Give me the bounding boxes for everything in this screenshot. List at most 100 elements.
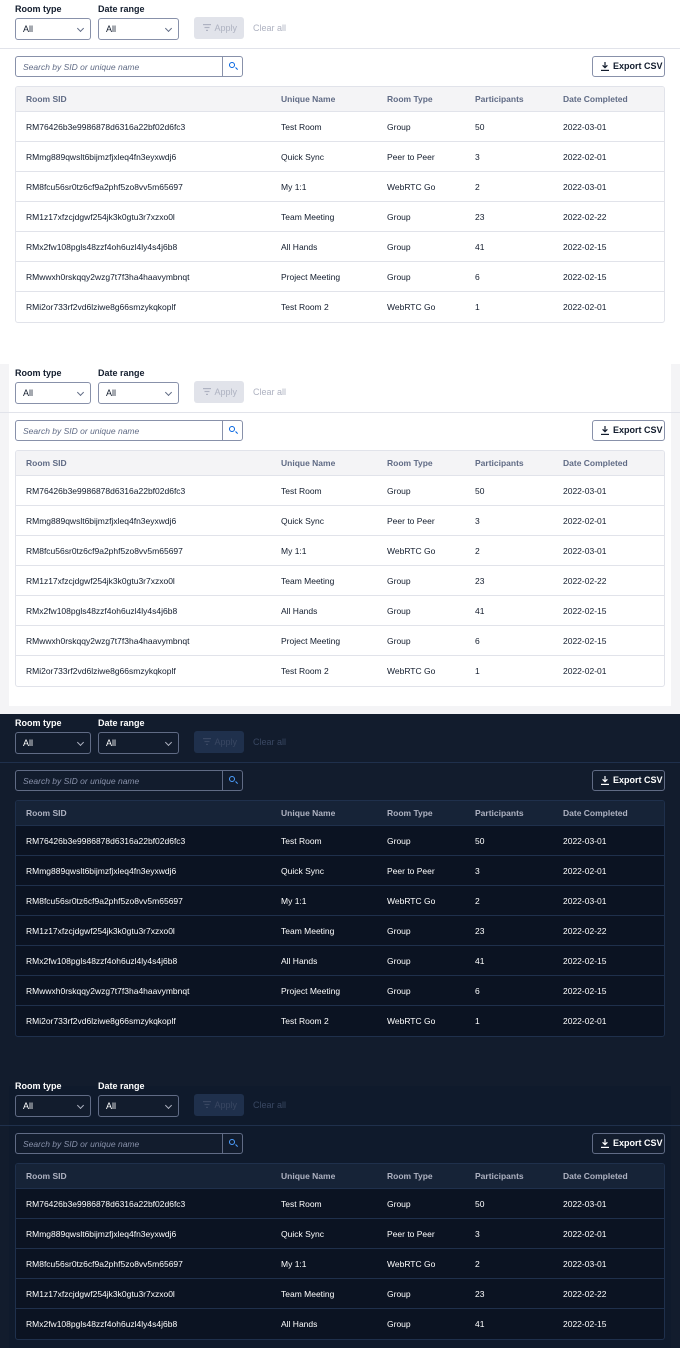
apply-button[interactable]: Apply [194,1094,244,1116]
table-row[interactable]: RM1z17xfzcjdgwf254jk3k0gtu3r7xzxo0l Team … [16,202,664,232]
search-icon [229,1139,235,1145]
table-cell: RMx2fw108pgls48zzf4oh6uzl4ly4s4j6b8 [26,606,178,616]
search-field [15,56,243,77]
table-row[interactable]: RMx2fw108pgls48zzf4oh6uzl4ly4s4j6b8 All H… [16,1309,664,1339]
column-header: Participants [475,458,524,468]
table-cell: 2022-02-15 [563,606,607,616]
table-row[interactable]: RMi2or733rf2vd6lziwe8g66smzykqkoplf Test … [16,656,664,686]
search-button[interactable] [222,57,242,76]
table-cell: RM76426b3e9986878d6316a22bf02d6fc3 [26,836,186,846]
apply-button[interactable]: Apply [194,731,244,753]
chevron-down-icon [76,388,85,397]
rooms-panel-4: Room type All Date range All Apply Clear… [0,1074,680,1348]
apply-button[interactable]: Apply [194,381,244,403]
table-body: RM76426b3e9986878d6316a22bf02d6fc3 Test R… [16,476,664,686]
table-cell: 1 [475,302,480,312]
table-cell: 2022-02-22 [563,576,607,586]
table-row[interactable]: RMx2fw108pgls48zzf4oh6uzl4ly4s4j6b8 All H… [16,232,664,262]
table-row[interactable]: RMmg889qwslt6bijmzfjxleq4fn3eyxwdj6 Quick… [16,1219,664,1249]
table-cell: 23 [475,576,485,586]
table-row[interactable]: RM1z17xfzcjdgwf254jk3k0gtu3r7xzxo0l Team … [16,1279,664,1309]
room-type-select[interactable]: All [15,732,91,754]
table-cell: 2022-03-01 [563,1259,607,1269]
search-button[interactable] [222,771,242,790]
table-row[interactable]: RM8fcu56sr0tz6cf9a2phf5zo8vv5m65697 My 1:… [16,886,664,916]
date-range-filter: Date range All [98,368,179,404]
table-row[interactable]: RMwwxh0rskqqy2wzg7t7f3ha4haavymbnqt Proje… [16,626,664,656]
clear-all-button[interactable]: Clear all [253,17,286,39]
table-cell: Project Meeting [281,986,341,996]
table-cell: RMi2or733rf2vd6lziwe8g66smzykqkoplf [26,1016,176,1026]
rooms-table: Room SID Unique Name Room Type Participants… [15,86,665,323]
table-row[interactable]: RM76426b3e9986878d6316a22bf02d6fc3 Test R… [16,1189,664,1219]
table-row[interactable]: RMx2fw108pgls48zzf4oh6uzl4ly4s4j6b8 All H… [16,946,664,976]
divider [0,48,680,49]
table-row[interactable]: RMmg889qwslt6bijmzfjxleq4fn3eyxwdj6 Quick… [16,506,664,536]
column-header: Room Type [387,1171,433,1181]
table-cell: Group [387,836,411,846]
export-csv-button[interactable]: Export CSV [592,1133,665,1154]
date-range-filter: Date range All [98,4,179,40]
table-cell: 2022-02-22 [563,926,607,936]
table-row[interactable]: RMx2fw108pgls48zzf4oh6uzl4ly4s4j6b8 All H… [16,596,664,626]
room-type-filter: Room type All [15,718,91,754]
room-type-select[interactable]: All [15,18,91,40]
table-cell: Group [387,1199,411,1209]
table-row[interactable]: RM76426b3e9986878d6316a22bf02d6fc3 Test R… [16,826,664,856]
table-cell: Team Meeting [281,926,335,936]
clear-all-button[interactable]: Clear all [253,381,286,403]
table-row[interactable]: RMwwxh0rskqqy2wzg7t7f3ha4haavymbnqt Proje… [16,976,664,1006]
search-icon [229,776,235,782]
search-button[interactable] [222,421,242,440]
table-cell: RMwwxh0rskqqy2wzg7t7f3ha4haavymbnqt [26,986,190,996]
table-row[interactable]: RM1z17xfzcjdgwf254jk3k0gtu3r7xzxo0l Team … [16,566,664,596]
room-type-filter: Room type All [15,4,91,40]
export-csv-button[interactable]: Export CSV [592,770,665,791]
clear-all-button[interactable]: Clear all [253,731,286,753]
chevron-down-icon [76,24,85,33]
date-range-select[interactable]: All [98,1095,179,1117]
table-cell: RM8fcu56sr0tz6cf9a2phf5zo8vv5m65697 [26,896,183,906]
column-header: Participants [475,808,524,818]
table-row[interactable]: RMwwxh0rskqqy2wzg7t7f3ha4haavymbnqt Proje… [16,262,664,292]
table-row[interactable]: RMmg889qwslt6bijmzfjxleq4fn3eyxwdj6 Quick… [16,856,664,886]
export-csv-button[interactable]: Export CSV [592,56,665,77]
export-csv-button[interactable]: Export CSV [592,420,665,441]
table-row[interactable]: RMi2or733rf2vd6lziwe8g66smzykqkoplf Test … [16,1006,664,1036]
table-cell: 2 [475,1259,480,1269]
search-input[interactable] [16,1134,222,1153]
table-row[interactable]: RM76426b3e9986878d6316a22bf02d6fc3 Test R… [16,476,664,506]
room-type-select[interactable]: All [15,1095,91,1117]
table-row[interactable]: RM8fcu56sr0tz6cf9a2phf5zo8vv5m65697 My 1:… [16,172,664,202]
table-row[interactable]: RMmg889qwslt6bijmzfjxleq4fn3eyxwdj6 Quick… [16,142,664,172]
table-row[interactable]: RM8fcu56sr0tz6cf9a2phf5zo8vv5m65697 My 1:… [16,536,664,566]
table-cell: RM1z17xfzcjdgwf254jk3k0gtu3r7xzxo0l [26,212,175,222]
apply-button[interactable]: Apply [194,17,244,39]
clear-all-button[interactable]: Clear all [253,1094,286,1116]
table-cell: Project Meeting [281,272,341,282]
table-row[interactable]: RM1z17xfzcjdgwf254jk3k0gtu3r7xzxo0l Team … [16,916,664,946]
column-header: Unique Name [281,94,336,104]
table-cell: 2022-03-01 [563,1199,607,1209]
divider [0,1125,680,1126]
date-range-select[interactable]: All [98,732,179,754]
table-cell: All Hands [281,956,318,966]
date-range-select[interactable]: All [98,382,179,404]
date-range-select[interactable]: All [98,18,179,40]
room-type-filter: Room type All [15,1081,91,1117]
download-icon [601,426,609,435]
search-button[interactable] [222,1134,242,1153]
table-row[interactable]: RM8fcu56sr0tz6cf9a2phf5zo8vv5m65697 My 1:… [16,1249,664,1279]
table-row[interactable]: RMi2or733rf2vd6lziwe8g66smzykqkoplf Test … [16,292,664,322]
search-input[interactable] [16,421,222,440]
search-input[interactable] [16,771,222,790]
table-row[interactable]: RM76426b3e9986878d6316a22bf02d6fc3 Test R… [16,112,664,142]
room-type-select[interactable]: All [15,382,91,404]
search-input[interactable] [16,57,222,76]
table-cell: 1 [475,666,480,676]
table-cell: 2022-02-15 [563,1319,607,1329]
column-header: Date Completed [563,94,628,104]
table-cell: 2022-03-01 [563,546,607,556]
table-cell: RM8fcu56sr0tz6cf9a2phf5zo8vv5m65697 [26,546,183,556]
room-type-value: All [23,24,34,34]
